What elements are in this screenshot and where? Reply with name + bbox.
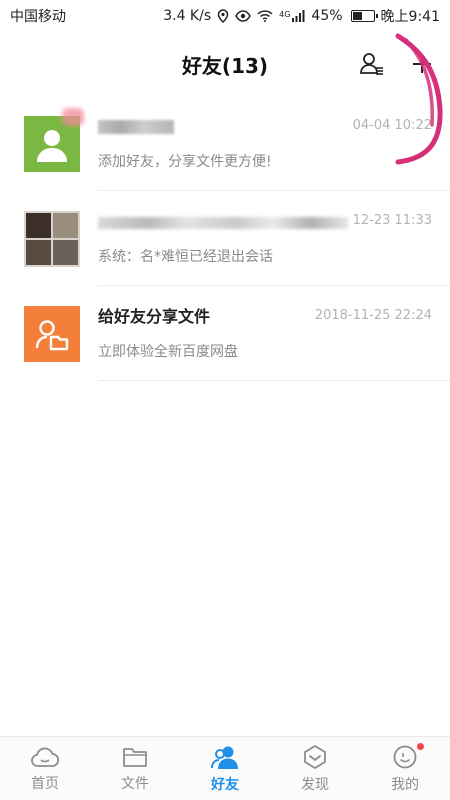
signal-icon: 4G [279,10,305,22]
nav-label: 好友 [211,776,239,793]
folder-icon [123,747,147,767]
item-time: 2018-11-25 22:24 [314,307,432,323]
carrier-label: 中国移动 [10,9,66,25]
item-body: 给好友分享文件 2018-11-25 22:24 立即体验全新百度网盘 [98,306,450,362]
item-subtitle: 立即体验全新百度网盘 [98,343,238,360]
avatar [24,305,80,362]
item-body: 04-04 10:22 添加好友，分享文件更方便! [98,116,450,172]
eye-icon [235,10,251,22]
item-body: 12-23 11:33 系统：名*难恒已经退出会话 [98,211,450,267]
battery-fill [352,12,362,20]
wifi-icon [257,10,273,22]
group-photo-cell [53,212,78,238]
item-subtitle: 添加好友，分享文件更方便! [98,153,272,170]
avatar [24,210,80,267]
clock: 晚上9:41 [380,9,440,25]
redacted-name [98,119,174,134]
network-tag: 4G [279,10,291,19]
list-item[interactable]: 04-04 10:22 添加好友，分享文件更方便! [0,96,450,191]
bottom-nav: 首页 文件 好友 发现 我的 [0,736,450,800]
item-time: 12-23 11:33 [352,212,432,228]
share-folder-avatar-icon [35,319,69,350]
nav-profile[interactable]: 我的 [360,737,450,800]
location-icon [217,9,229,23]
header: 好友(13) [0,32,450,96]
redacted-mark [62,108,84,126]
list-item[interactable]: 给好友分享文件 2018-11-25 22:24 立即体验全新百度网盘 [0,286,450,381]
redacted-name [98,216,348,229]
default-user-avatar-icon [37,129,67,162]
list-item[interactable]: 12-23 11:33 系统：名*难恒已经退出会话 [0,191,450,286]
group-photo-cell [53,239,78,265]
nav-label: 发现 [301,776,329,793]
friend-list: 04-04 10:22 添加好友，分享文件更方便! 12-23 11:33 系统… [0,96,450,381]
contacts-button[interactable] [358,50,386,78]
nav-label: 文件 [121,775,149,792]
add-friend-button[interactable] [408,50,436,78]
battery-percent: 45% [311,8,343,24]
nav-label: 我的 [391,776,419,793]
nav-discover[interactable]: 发现 [270,737,360,800]
status-right: 3.4 K/s 4G 45% 晚上9:41 [163,6,440,26]
status-bar: 中国移动 3.4 K/s 4G 45% 晚上9:41 [0,0,450,32]
network-speed: 3.4 K/s [163,8,212,24]
discover-icon [304,744,326,769]
friends-icon [211,746,238,769]
notification-badge [417,743,424,750]
group-photo-cell [26,239,51,265]
nav-label: 首页 [31,775,59,792]
group-photo-cell [26,212,51,238]
header-actions [358,32,436,96]
battery-icon [350,10,378,22]
nav-files[interactable]: 文件 [90,737,180,800]
profile-icon [393,745,417,768]
item-subtitle: 系统：名*难恒已经退出会话 [98,248,273,265]
nav-friends[interactable]: 好友 [180,737,270,800]
contacts-list-icon [360,53,383,75]
nav-home[interactable]: 首页 [0,737,90,800]
cloud-icon [31,747,60,767]
item-time: 04-04 10:22 [352,117,432,133]
page-title: 好友(13) [181,53,269,78]
plus-icon [413,55,431,73]
